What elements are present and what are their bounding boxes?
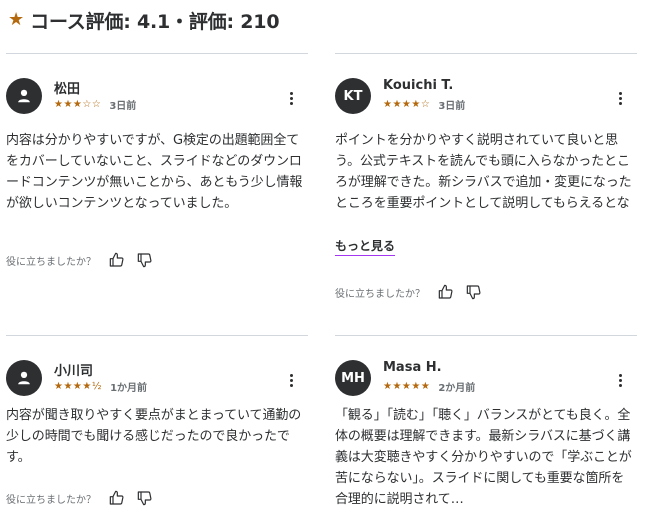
review-date: 2か月前 <box>438 383 476 394</box>
review-card: MH Masa H. ★★★★★ 2か月前 「観る」「読む」「聴く」バランスがと… <box>335 335 637 515</box>
star-rating: ★★★★★ <box>383 380 431 392</box>
review-date: 3日前 <box>438 101 466 112</box>
thumbs-down-icon[interactable] <box>134 487 156 509</box>
more-options-icon[interactable] <box>613 89 627 107</box>
reviewer-name: 小川司 <box>54 364 94 379</box>
helpful-row: 役に立ちましたか？ <box>6 249 162 271</box>
review-card: 松田 ★★★☆☆ 3日前 内容は分かりやすいですが、G検定の出題範囲全てをカバー… <box>6 53 308 283</box>
more-options-icon[interactable] <box>284 89 298 107</box>
rating-row: ★★★★½ 1か月前 <box>54 379 147 394</box>
rating-row: ★★★★★ 2か月前 <box>383 379 475 394</box>
show-more-link[interactable]: もっと見る <box>335 237 396 256</box>
user-icon <box>18 371 30 385</box>
star-rating: ★★★★☆ <box>383 98 431 110</box>
thumbs-down-icon[interactable] <box>134 249 156 271</box>
review-text: 内容が聞き取りやすく要点がまとまっていて通勤の少しの時間でも聞ける感じだったので… <box>6 408 302 465</box>
star-icon: ★ <box>8 9 25 30</box>
helpful-question: 役に立ちましたか？ <box>6 494 96 506</box>
review-date: 3日前 <box>109 101 137 112</box>
reviewer-name: Masa H. <box>383 360 442 375</box>
reviewer-name: 松田 <box>54 82 81 97</box>
course-rating-title: コース評価: 4.1・評価: 210 <box>30 10 280 33</box>
rating-row: ★★★☆☆ 3日前 <box>54 97 136 112</box>
review-text: 内容は分かりやすいですが、G検定の出題範囲全てをカバーしていないこと、スライドな… <box>6 133 303 211</box>
review-date: 1か月前 <box>110 383 148 394</box>
divider <box>335 335 637 336</box>
divider <box>6 53 308 54</box>
avatar: KT <box>335 78 371 114</box>
star-rating: ★★★★½ <box>54 380 103 392</box>
review-text: 「観る」「読む」「聴く」バランスがとても良く。全体の概要は理解できます。最新シラ… <box>335 408 632 507</box>
avatar: MH <box>335 360 371 396</box>
thumbs-up-icon[interactable] <box>435 281 457 303</box>
review-card: KT Kouichi T. ★★★★☆ 3日前 ポイントを分かりやすく説明されて… <box>335 53 637 313</box>
thumbs-down-icon[interactable] <box>463 281 485 303</box>
user-icon <box>18 89 30 103</box>
thumbs-up-icon[interactable] <box>106 487 128 509</box>
avatar <box>6 78 42 114</box>
more-options-icon[interactable] <box>613 371 627 389</box>
rating-row: ★★★★☆ 3日前 <box>383 97 465 112</box>
divider <box>335 53 637 54</box>
avatar <box>6 360 42 396</box>
review-card: 小川司 ★★★★½ 1か月前 内容が聞き取りやすく要点がまとまっていて通勤の少し… <box>6 335 308 515</box>
helpful-row: 役に立ちましたか？ <box>6 487 162 509</box>
divider <box>6 335 308 336</box>
review-text: ポイントを分かりやすく説明されていて良いと思う。公式テキストを読んでも頭に入らな… <box>335 133 632 211</box>
reviewer-name: Kouichi T. <box>383 78 454 93</box>
thumbs-up-icon[interactable] <box>106 249 128 271</box>
helpful-question: 役に立ちましたか？ <box>6 256 96 268</box>
course-rating-header: ★ コース評価: 4.1・評価: 210 <box>8 6 280 34</box>
more-options-icon[interactable] <box>284 371 298 389</box>
helpful-question: 役に立ちましたか？ <box>335 288 425 300</box>
helpful-row: 役に立ちましたか？ <box>335 281 491 303</box>
star-rating: ★★★☆☆ <box>54 98 102 110</box>
